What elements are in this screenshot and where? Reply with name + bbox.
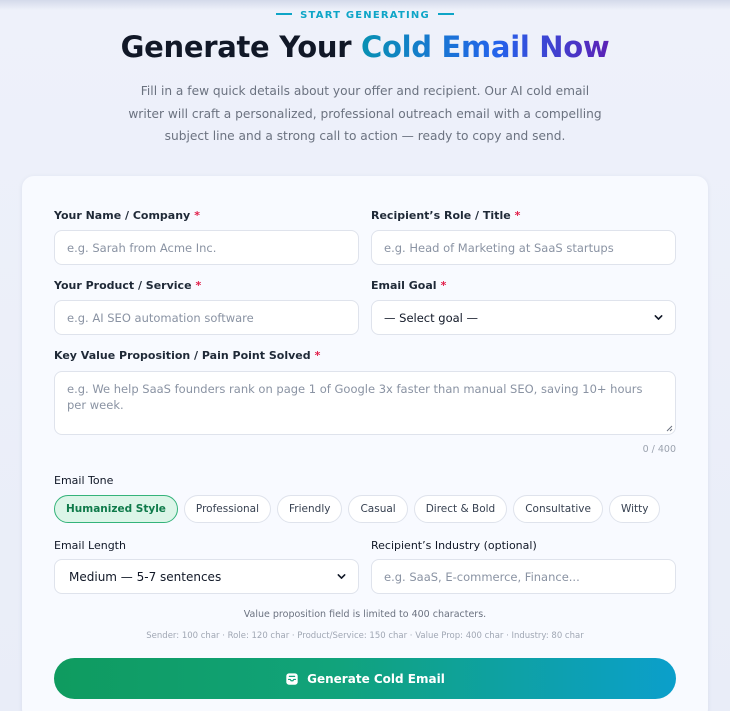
value-prop-label-text: Key Value Proposition / Pain Point Solve… bbox=[54, 349, 311, 362]
email-goal-label: Email Goal * bbox=[371, 279, 446, 292]
chevron-down-icon bbox=[654, 315, 663, 320]
tone-chip-consultative[interactable]: Consultative bbox=[513, 495, 603, 523]
industry-input[interactable] bbox=[371, 559, 676, 594]
product-label-text: Your Product / Service bbox=[54, 279, 192, 292]
tone-chip-professional[interactable]: Professional bbox=[183, 495, 272, 523]
email-length-selected: Medium — 5-7 sentences bbox=[69, 569, 222, 584]
required-marker: * bbox=[314, 349, 321, 362]
field-limits-detail: Sender: 100 char · Role: 120 char · Prod… bbox=[146, 631, 584, 641]
tone-chip-humanized-style[interactable]: Humanized Style bbox=[54, 495, 178, 523]
limit-note: Value proposition field is limited to 40… bbox=[243, 609, 487, 620]
eyebrow-dash-left bbox=[276, 13, 293, 15]
eyebrow-text: START GENERATING bbox=[300, 10, 430, 21]
eyebrow-dash-right bbox=[437, 13, 454, 15]
resize-handle-icon[interactable] bbox=[665, 424, 673, 432]
recipient-role-input[interactable] bbox=[371, 230, 676, 265]
industry-label: Recipient’s Industry (optional) bbox=[371, 539, 537, 552]
email-goal-selected: — Select goal — bbox=[384, 310, 479, 325]
page-title: Generate Your Cold Email Now bbox=[0, 30, 730, 64]
email-tone-label: Email Tone bbox=[54, 474, 114, 487]
required-marker: * bbox=[514, 209, 521, 222]
sender-input[interactable] bbox=[54, 230, 359, 265]
recipient-role-label-text: Recipient’s Role / Title bbox=[371, 209, 511, 222]
tone-chip-witty[interactable]: Witty bbox=[608, 495, 661, 523]
title-plain: Generate Your bbox=[120, 30, 352, 64]
required-marker: * bbox=[440, 279, 447, 292]
cold-email-form-card: Your Name / Company* Recipient’s Role / … bbox=[22, 176, 708, 711]
email-length-select[interactable]: Medium — 5-7 sentences bbox=[54, 559, 359, 594]
email-tone-options: Humanized Style Professional Friendly Ca… bbox=[54, 495, 661, 523]
sender-label: Your Name / Company * bbox=[54, 209, 200, 222]
required-marker: * bbox=[194, 209, 200, 222]
value-prop-char-counter: 0 / 400 bbox=[642, 444, 676, 455]
title-accent: Cold Email Now bbox=[361, 30, 610, 64]
chevron-down-icon bbox=[337, 574, 346, 579]
tone-chip-direct-bold[interactable]: Direct & Bold bbox=[413, 495, 508, 523]
sender-label-text: Your Name / Company bbox=[54, 209, 191, 222]
recipient-role-label: Recipient’s Role / Title * bbox=[371, 209, 520, 222]
tone-chip-casual[interactable]: Casual bbox=[348, 495, 408, 523]
required-marker: * bbox=[195, 279, 202, 292]
product-label: Your Product / Service * bbox=[54, 279, 201, 292]
tone-chip-friendly[interactable]: Friendly bbox=[277, 495, 343, 523]
value-prop-label: Key Value Proposition / Pain Point Solve… bbox=[54, 349, 320, 362]
value-prop-textarea[interactable] bbox=[54, 371, 676, 435]
generate-button-label: Generate Cold Email bbox=[307, 671, 445, 686]
email-goal-select[interactable]: — Select goal — bbox=[371, 300, 676, 335]
section-eyebrow: START GENERATING bbox=[0, 10, 730, 21]
product-input[interactable] bbox=[54, 300, 359, 335]
email-goal-label-text: Email Goal bbox=[371, 279, 437, 292]
email-inbox-icon bbox=[286, 672, 298, 685]
top-shadow bbox=[0, 0, 730, 10]
email-length-label: Email Length bbox=[54, 539, 126, 552]
page-subtitle: Fill in a few quick details about your o… bbox=[128, 84, 602, 143]
generate-cold-email-button[interactable]: Generate Cold Email bbox=[54, 658, 676, 699]
